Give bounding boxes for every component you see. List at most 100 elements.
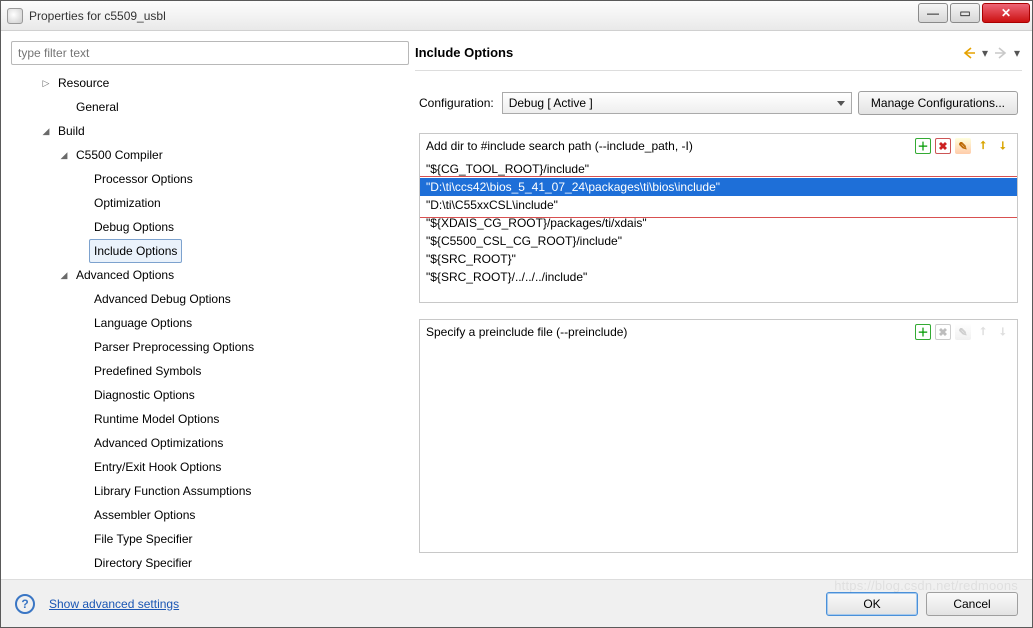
include-path-list[interactable]: "${CG_TOOL_ROOT}/include""D:\ti\ccs42\bi… [420, 160, 1017, 302]
tree-item[interactable]: Directory Specifier [11, 551, 409, 569]
show-advanced-link[interactable]: Show advanced settings [49, 597, 179, 611]
tree-item-label: Parser Preprocessing Options [89, 335, 259, 359]
minimize-button[interactable]: — [918, 3, 948, 23]
nav-back-menu-button[interactable]: ▾ [980, 44, 990, 62]
help-icon[interactable]: ? [15, 594, 35, 614]
tree-item-label: Advanced Options [71, 263, 179, 287]
tree-item-label: Optimization [89, 191, 166, 215]
tree-twisty-icon[interactable]: ◢ [57, 145, 71, 165]
preinclude-panel: Specify a preinclude file (--preinclude)… [419, 319, 1018, 553]
list-item[interactable]: "D:\ti\ccs42\bios_5_41_07_24\packages\ti… [420, 178, 1017, 196]
tree-item[interactable]: Processor Options [11, 167, 409, 191]
add-path-icon[interactable]: ＋ [915, 138, 931, 154]
tree-item[interactable]: Runtime Model Options [11, 407, 409, 431]
tree-item-label: Build [53, 119, 90, 143]
move-down-preinclude-icon[interactable]: ⭣ [995, 324, 1011, 340]
tree-item[interactable]: Advanced Debug Options [11, 287, 409, 311]
configuration-label: Configuration: [419, 96, 494, 110]
titlebar: Properties for c5509_usbl — ▭ ✕ [1, 1, 1032, 31]
configuration-row: Configuration: Debug [ Active ] Manage C… [419, 91, 1018, 115]
dialog-body: ▷ResourceGeneral◢Build◢C5500 CompilerPro… [1, 31, 1032, 579]
tree-item-label: Language Options [89, 311, 197, 335]
list-item[interactable]: "${XDAIS_CG_ROOT}/packages/ti/xdais" [420, 214, 1017, 232]
manage-configurations-button[interactable]: Manage Configurations... [858, 91, 1018, 115]
tree-item[interactable]: Parser Preprocessing Options [11, 335, 409, 359]
maximize-button[interactable]: ▭ [950, 3, 980, 23]
list-item[interactable]: "${SRC_ROOT}" [420, 250, 1017, 268]
tree-item-label: Library Function Assumptions [89, 479, 256, 503]
include-path-header: Add dir to #include search path (--inclu… [420, 134, 1017, 160]
list-item[interactable]: "${C5500_CSL_CG_ROOT}/include" [420, 232, 1017, 250]
list-item[interactable]: "${CG_TOOL_ROOT}/include" [420, 160, 1017, 178]
dialog-footer: ? Show advanced settings OK Cancel [1, 579, 1032, 627]
preinclude-header: Specify a preinclude file (--preinclude)… [420, 320, 1017, 346]
delete-path-icon[interactable]: ✖ [935, 138, 951, 154]
tree-item[interactable]: Language Options [11, 311, 409, 335]
close-button[interactable]: ✕ [982, 3, 1030, 23]
tree-item[interactable]: File Type Specifier [11, 527, 409, 551]
window-buttons: — ▭ ✕ [916, 3, 1030, 23]
tree-item-label: General [71, 95, 124, 119]
tree-item[interactable]: Include Options [11, 239, 409, 263]
tree-item[interactable]: General [11, 95, 409, 119]
include-path-panel: Add dir to #include search path (--inclu… [419, 133, 1018, 303]
tree-item-label: C5500 Compiler [71, 143, 168, 167]
preinclude-title: Specify a preinclude file (--preinclude) [426, 325, 915, 339]
tree-item[interactable]: Optimization [11, 191, 409, 215]
list-item[interactable]: "D:\ti\C55xxCSL\include" [420, 196, 1017, 214]
move-up-preinclude-icon[interactable]: ⭡ [975, 324, 991, 340]
tree-twisty-icon[interactable]: ◢ [57, 265, 71, 285]
page-header: Include Options ▾ ▾ [415, 41, 1022, 71]
tree-item-label: Diagnostic Options [89, 383, 200, 407]
add-preinclude-icon[interactable]: ＋ [915, 324, 931, 340]
tree-item-label: Debug Options [89, 215, 179, 239]
minimize-icon: — [927, 6, 939, 20]
maximize-icon: ▭ [959, 6, 970, 20]
edit-path-icon[interactable]: ✎ [955, 138, 971, 154]
tree-item-label: Advanced Debug Options [89, 287, 236, 311]
filter-input[interactable] [11, 41, 409, 65]
properties-dialog: Properties for c5509_usbl — ▭ ✕ ▷Resourc… [0, 0, 1033, 628]
window-title: Properties for c5509_usbl [29, 9, 916, 23]
ok-button[interactable]: OK [826, 592, 918, 616]
tree-item[interactable]: Predefined Symbols [11, 359, 409, 383]
tree-item-label: Resource [53, 71, 114, 95]
arrow-left-icon [962, 46, 976, 60]
nav-column: ▷ResourceGeneral◢Build◢C5500 CompilerPro… [11, 41, 409, 569]
cancel-button[interactable]: Cancel [926, 592, 1018, 616]
tree-item-label: Assembler Options [89, 503, 200, 527]
tree-item[interactable]: ◢Advanced Options [11, 263, 409, 287]
tree-item[interactable]: Library Function Assumptions [11, 479, 409, 503]
configuration-combo[interactable]: Debug [ Active ] [502, 92, 852, 114]
tree-item[interactable]: Entry/Exit Hook Options [11, 455, 409, 479]
tree-item-label: Processor Options [89, 167, 198, 191]
include-path-toolbar: ＋ ✖ ✎ ⭡ ⭣ [915, 138, 1011, 154]
app-icon [7, 8, 23, 24]
nav-back-button[interactable] [960, 44, 978, 62]
tree-item-label: Predefined Symbols [89, 359, 206, 383]
arrow-right-icon [994, 46, 1008, 60]
nav-forward-button[interactable] [992, 44, 1010, 62]
tree-item[interactable]: ▷Resource [11, 71, 409, 95]
tree-item[interactable]: Diagnostic Options [11, 383, 409, 407]
tree-item[interactable]: Advanced Optimizations [11, 431, 409, 455]
nav-forward-menu-button[interactable]: ▾ [1012, 44, 1022, 62]
tree-twisty-icon[interactable]: ▷ [39, 73, 53, 93]
list-item[interactable]: "${SRC_ROOT}/../../../include" [420, 268, 1017, 286]
tree-item[interactable]: Assembler Options [11, 503, 409, 527]
preinclude-list[interactable] [420, 346, 1017, 552]
tree-item-label: Entry/Exit Hook Options [89, 455, 226, 479]
tree-item[interactable]: ◢C5500 Compiler [11, 143, 409, 167]
tree-item-label: Include Options [89, 239, 182, 263]
tree-item[interactable]: Debug Options [11, 215, 409, 239]
configuration-value: Debug [ Active ] [509, 96, 593, 110]
tree-item-label: File Type Specifier [89, 527, 198, 551]
tree-item[interactable]: ◢Build [11, 119, 409, 143]
move-up-icon[interactable]: ⭡ [975, 138, 991, 154]
tree-item-label: Runtime Model Options [89, 407, 224, 431]
tree-twisty-icon[interactable]: ◢ [39, 121, 53, 141]
nav-tree[interactable]: ▷ResourceGeneral◢Build◢C5500 CompilerPro… [11, 71, 409, 569]
delete-preinclude-icon[interactable]: ✖ [935, 324, 951, 340]
move-down-icon[interactable]: ⭣ [995, 138, 1011, 154]
edit-preinclude-icon[interactable]: ✎ [955, 324, 971, 340]
